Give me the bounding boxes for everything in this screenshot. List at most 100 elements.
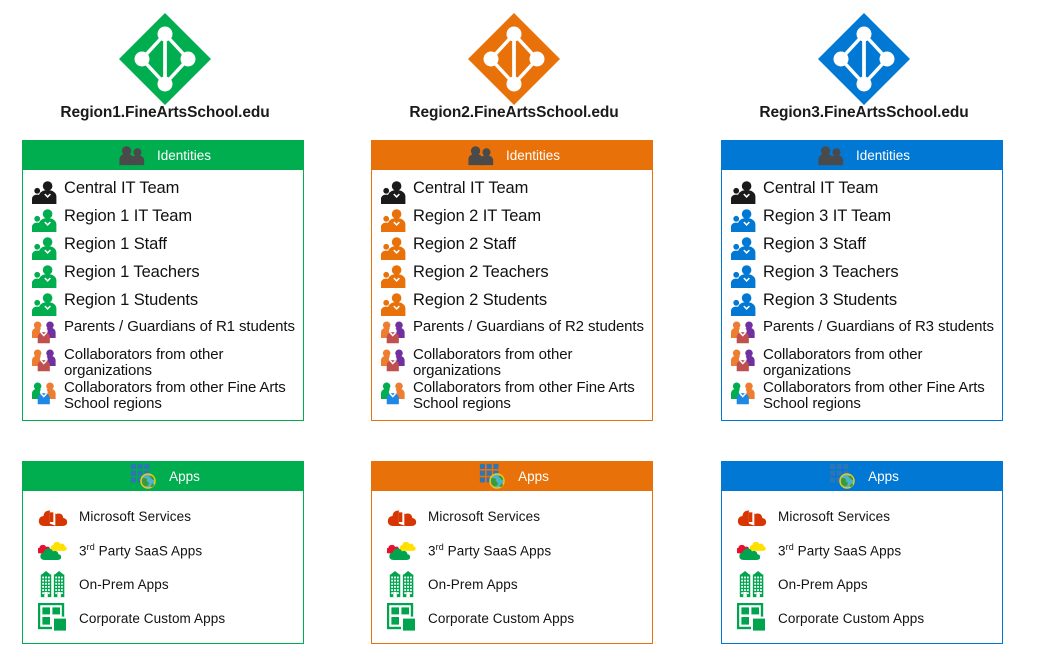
app-item[interactable]: On-Prem Apps: [378, 567, 646, 601]
identity-item[interactable]: Parents / Guardians of R2 students: [378, 318, 646, 346]
identity-item[interactable]: Region 3 Students: [728, 290, 996, 318]
identity-item[interactable]: Collaborators from other Fine Arts Schoo…: [728, 379, 996, 412]
apps-panel: Apps Microsoft Services 3rd Party SaaS App…: [22, 461, 304, 644]
identity-item[interactable]: Collaborators from other organizations: [728, 346, 996, 379]
people-group-external-icon: [730, 319, 756, 345]
azure-ad-logo-icon: [699, 0, 1029, 105]
identity-item[interactable]: Region 1 IT Team: [29, 206, 297, 234]
app-label-prefix: 3: [428, 543, 436, 559]
office-cloud-icon: [37, 501, 69, 531]
identity-item[interactable]: Central IT Team: [728, 178, 996, 206]
tenant-column-2: Region2.FineArtsSchool.edu Identities Cent…: [349, 0, 679, 667]
app-item-label: Corporate Custom Apps: [778, 610, 925, 626]
people-pair-icon: [31, 179, 57, 205]
app-item[interactable]: On-Prem Apps: [29, 567, 297, 601]
tenant-name: Region2.FineArtsSchool.edu: [409, 104, 619, 121]
identity-item-label: Collaborators from other organizations: [64, 346, 224, 379]
app-item[interactable]: Corporate Custom Apps: [378, 601, 646, 635]
app-item-label: Corporate Custom Apps: [79, 610, 226, 626]
app-label-rest: Party SaaS Apps: [443, 543, 552, 559]
app-item[interactable]: Microsoft Services: [29, 499, 297, 533]
identity-item-label: Collaborators from other organizations: [763, 346, 923, 379]
identity-item-label: Region 2 IT Team: [413, 207, 542, 225]
identity-item[interactable]: Collaborators from other organizations: [378, 346, 646, 379]
people-pair-icon: [380, 207, 406, 233]
apps-panel-title: Apps: [518, 468, 549, 484]
buildings-icon: [386, 569, 418, 599]
identity-item[interactable]: Region 2 IT Team: [378, 206, 646, 234]
app-item[interactable]: 3rd Party SaaS Apps: [29, 533, 297, 567]
identity-item-label: Region 2 Students: [413, 291, 548, 309]
app-item[interactable]: 3rd Party SaaS Apps: [378, 533, 646, 567]
identity-item[interactable]: Region 1 Staff: [29, 234, 297, 262]
identity-item-label: Region 1 Staff: [64, 235, 167, 253]
people-group-external-icon: [380, 347, 406, 373]
identity-item-label: Region 3 Students: [763, 291, 898, 309]
identity-item-label: Parents / Guardians of R1 students: [64, 318, 295, 335]
people-pair-icon: [31, 263, 57, 289]
identity-item-label: Collaborators from other Fine Arts Schoo…: [64, 379, 286, 412]
identity-item-label: Region 1 Students: [64, 291, 199, 309]
identity-item-label: Region 1 Teachers: [64, 263, 200, 281]
azure-ad-logo-icon: [0, 0, 330, 105]
identity-item[interactable]: Region 2 Teachers: [378, 262, 646, 290]
apps-panel-title: Apps: [868, 468, 899, 484]
apps-list: Microsoft Services 3rd Party SaaS Apps On-…: [721, 491, 1003, 644]
identity-item[interactable]: Region 1 Students: [29, 290, 297, 318]
identities-list: Central IT Team Region 3 IT Team Region 3 …: [721, 170, 1003, 422]
people-group-regions-icon: [380, 380, 406, 406]
app-item[interactable]: On-Prem Apps: [728, 567, 996, 601]
identity-item[interactable]: Region 3 Staff: [728, 234, 996, 262]
apps-panel-header: Apps: [371, 461, 653, 491]
identities-people-icon: [119, 145, 145, 166]
app-item-label: 3rd Party SaaS Apps: [428, 542, 551, 559]
identity-item[interactable]: Region 3 Teachers: [728, 262, 996, 290]
apps-list: Microsoft Services 3rd Party SaaS Apps On-…: [22, 491, 304, 644]
identities-panel-header: Identities: [22, 140, 304, 170]
people-pair-icon: [380, 263, 406, 289]
app-label-superscript: rd: [435, 541, 444, 552]
identity-item-label: Region 3 IT Team: [763, 207, 892, 225]
apps-globe-grid-icon: [130, 463, 157, 490]
apps-globe-grid-icon: [479, 463, 506, 490]
app-item[interactable]: Microsoft Services: [728, 499, 996, 533]
people-pair-icon: [730, 179, 756, 205]
app-label-rest: Party SaaS Apps: [793, 543, 902, 559]
saas-clouds-icon: [37, 535, 69, 565]
identity-item[interactable]: Parents / Guardians of R3 students: [728, 318, 996, 346]
apps-panel-header: Apps: [22, 461, 304, 491]
identity-item[interactable]: Central IT Team: [378, 178, 646, 206]
tenant-column-3: Region3.FineArtsSchool.edu Identities Cent…: [699, 0, 1029, 667]
app-item-label: Microsoft Services: [778, 508, 891, 524]
identity-item[interactable]: Parents / Guardians of R1 students: [29, 318, 297, 346]
diagram-canvas: Region1.FineArtsSchool.edu Identities Cent…: [0, 0, 1043, 667]
identities-list: Central IT Team Region 1 IT Team Region 1 …: [22, 170, 304, 422]
identity-item[interactable]: Central IT Team: [29, 178, 297, 206]
app-item-label: 3rd Party SaaS Apps: [778, 542, 901, 559]
office-cloud-icon: [386, 501, 418, 531]
app-item-label: On-Prem Apps: [778, 576, 868, 592]
identities-panel-header: Identities: [371, 140, 653, 170]
identity-item[interactable]: Region 1 Teachers: [29, 262, 297, 290]
custom-app-window-icon: [736, 603, 768, 633]
identities-panel: Identities Central IT Team Region 2 IT Tea…: [371, 140, 653, 422]
identity-item[interactable]: Collaborators from other organizations: [29, 346, 297, 379]
identities-list: Central IT Team Region 2 IT Team Region 2 …: [371, 170, 653, 422]
people-pair-icon: [730, 235, 756, 261]
identity-item[interactable]: Collaborators from other Fine Arts Schoo…: [378, 379, 646, 412]
app-item[interactable]: Corporate Custom Apps: [728, 601, 996, 635]
identity-item[interactable]: Collaborators from other Fine Arts Schoo…: [29, 379, 297, 412]
app-label-prefix: 3: [778, 543, 786, 559]
app-item[interactable]: 3rd Party SaaS Apps: [728, 533, 996, 567]
app-item[interactable]: Corporate Custom Apps: [29, 601, 297, 635]
people-group-external-icon: [380, 319, 406, 345]
office-cloud-icon: [736, 501, 768, 531]
app-label-superscript: rd: [785, 541, 794, 552]
app-item[interactable]: Microsoft Services: [378, 499, 646, 533]
identity-item[interactable]: Region 2 Staff: [378, 234, 646, 262]
identity-item-label: Region 2 Staff: [413, 235, 516, 253]
buildings-icon: [37, 569, 69, 599]
identity-item[interactable]: Region 2 Students: [378, 290, 646, 318]
identity-item[interactable]: Region 3 IT Team: [728, 206, 996, 234]
app-item-label: 3rd Party SaaS Apps: [79, 542, 202, 559]
